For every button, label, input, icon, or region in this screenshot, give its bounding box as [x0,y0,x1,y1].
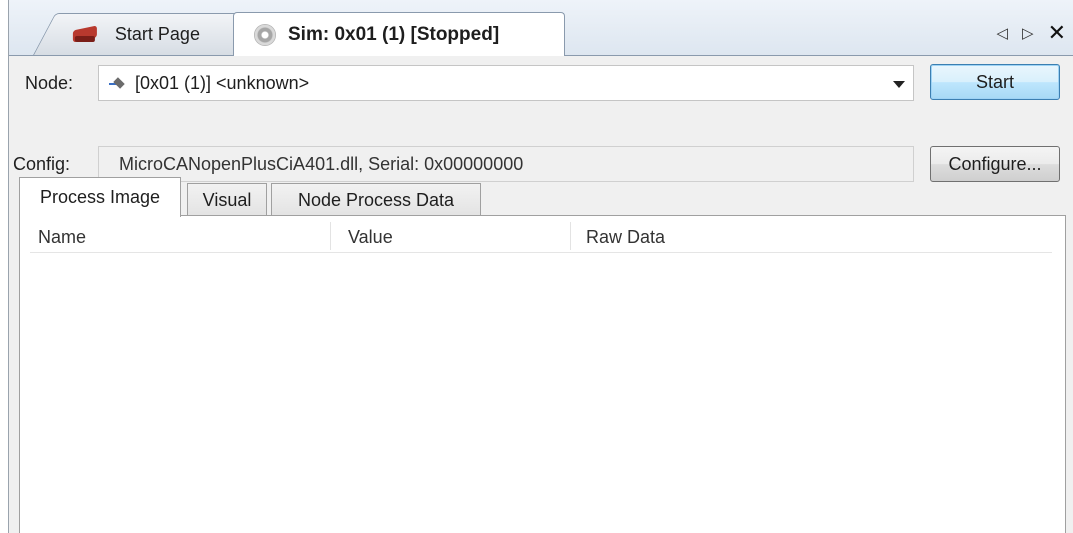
document-tab-strip: Start Page Sim: 0x01 (1) [Stopped] ◁ ▷ ✕ [9,0,1073,56]
tab-sim[interactable]: Sim: 0x01 (1) [Stopped] [233,12,565,56]
close-icon[interactable]: ✕ [1048,22,1066,44]
config-field: MicroCANopenPlusCiA401.dll, Serial: 0x00… [98,146,914,182]
start-button[interactable]: Start [930,64,1060,100]
tab-start-page-label: Start Page [114,24,200,44]
scroll-right-icon[interactable]: ▷ [1022,24,1034,42]
node-dropdown-value: [0x01 (1)] <unknown> [135,72,310,93]
tab-sim-label: Sim: 0x01 (1) [Stopped] [288,23,500,45]
tab-visual[interactable]: Visual [187,183,267,216]
process-image-panel: Name Value Raw Data [19,215,1066,533]
simulation-window: Start Page Sim: 0x01 (1) [Stopped] ◁ ▷ ✕… [8,0,1073,533]
node-dropdown[interactable]: [0x01 (1)] <unknown> [98,65,914,101]
chevron-down-icon[interactable] [893,81,905,88]
tab-node-process-data[interactable]: Node Process Data [271,183,481,216]
config-label: Config: [13,154,71,174]
scroll-left-icon[interactable]: ◁ [996,24,1008,42]
book-icon [72,24,97,44]
list-header: Name Value Raw Data [30,222,1052,253]
simulation-content: Node: [0x01 (1)] <unknown> Start Config:… [9,56,1073,533]
column-divider[interactable] [330,222,331,250]
node-label: Node: [25,73,74,93]
gear-icon [254,23,276,46]
configure-button[interactable]: Configure... [930,146,1060,182]
tab-process-image[interactable]: Process Image [19,177,181,217]
node-icon [109,77,129,89]
column-header-value[interactable]: Value [348,227,393,248]
column-header-name[interactable]: Name [38,227,86,248]
tab-strip-controls: ◁ ▷ ✕ [996,22,1066,44]
column-divider[interactable] [570,222,571,250]
column-header-raw-data[interactable]: Raw Data [586,227,665,248]
